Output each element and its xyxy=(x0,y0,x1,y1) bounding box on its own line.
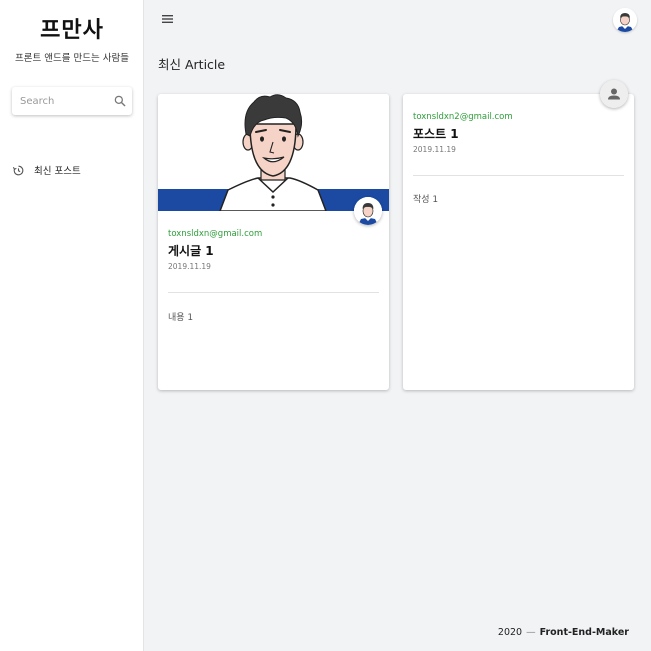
card-date: 2019.11.19 xyxy=(168,262,211,271)
brand-tagline: 프론트 앤드를 만드는 사람들 xyxy=(15,53,129,64)
author-email: toxnsldxn@gmail.com xyxy=(168,229,263,239)
search-box xyxy=(12,87,132,115)
profile-illustration xyxy=(158,94,389,211)
article-card[interactable]: toxnsldxn@gmail.com 게시글 1 2019.11.19 내용 … xyxy=(158,94,389,390)
card-content: 작성 1 xyxy=(413,195,439,205)
footer-name: Front-End-Maker xyxy=(539,627,629,638)
sidebar-item-recent-posts[interactable]: 최신 포스트 xyxy=(12,160,136,180)
article-card[interactable]: toxnsldxn2@gmail.com 포스트 1 2019.11.19 작성… xyxy=(403,80,634,390)
author-email: toxnsldxn2@gmail.com xyxy=(413,112,513,122)
search-icon[interactable] xyxy=(113,94,127,108)
search-input[interactable] xyxy=(12,87,108,115)
history-icon xyxy=(12,165,24,175)
section-title: 최신 Article xyxy=(158,57,226,72)
author-avatar[interactable] xyxy=(354,197,382,225)
author-avatar-image xyxy=(354,197,382,225)
footer-year: 2020 xyxy=(497,627,523,638)
card-divider xyxy=(413,175,624,176)
card-title: 포스트 1 xyxy=(413,127,459,141)
card-content: 내용 1 xyxy=(168,313,194,323)
card-title: 게시글 1 xyxy=(168,244,214,258)
footer-separator: — xyxy=(526,627,536,638)
sidebar-item-label: 최신 포스트 xyxy=(34,166,81,177)
brand-title: 프만사 xyxy=(40,18,104,43)
card-divider xyxy=(168,292,379,293)
hamburger-menu-icon[interactable] xyxy=(160,12,176,26)
author-avatar[interactable] xyxy=(600,80,628,108)
person-icon xyxy=(600,80,628,108)
footer: 2020— Front-End-Maker xyxy=(498,627,629,638)
avatar-face-icon xyxy=(613,8,637,32)
card-image xyxy=(158,94,389,211)
user-avatar[interactable] xyxy=(613,8,637,32)
card-date: 2019.11.19 xyxy=(413,145,456,154)
sidebar: 프만사 프론트 앤드를 만드는 사람들 최신 포스트 xyxy=(0,0,144,651)
